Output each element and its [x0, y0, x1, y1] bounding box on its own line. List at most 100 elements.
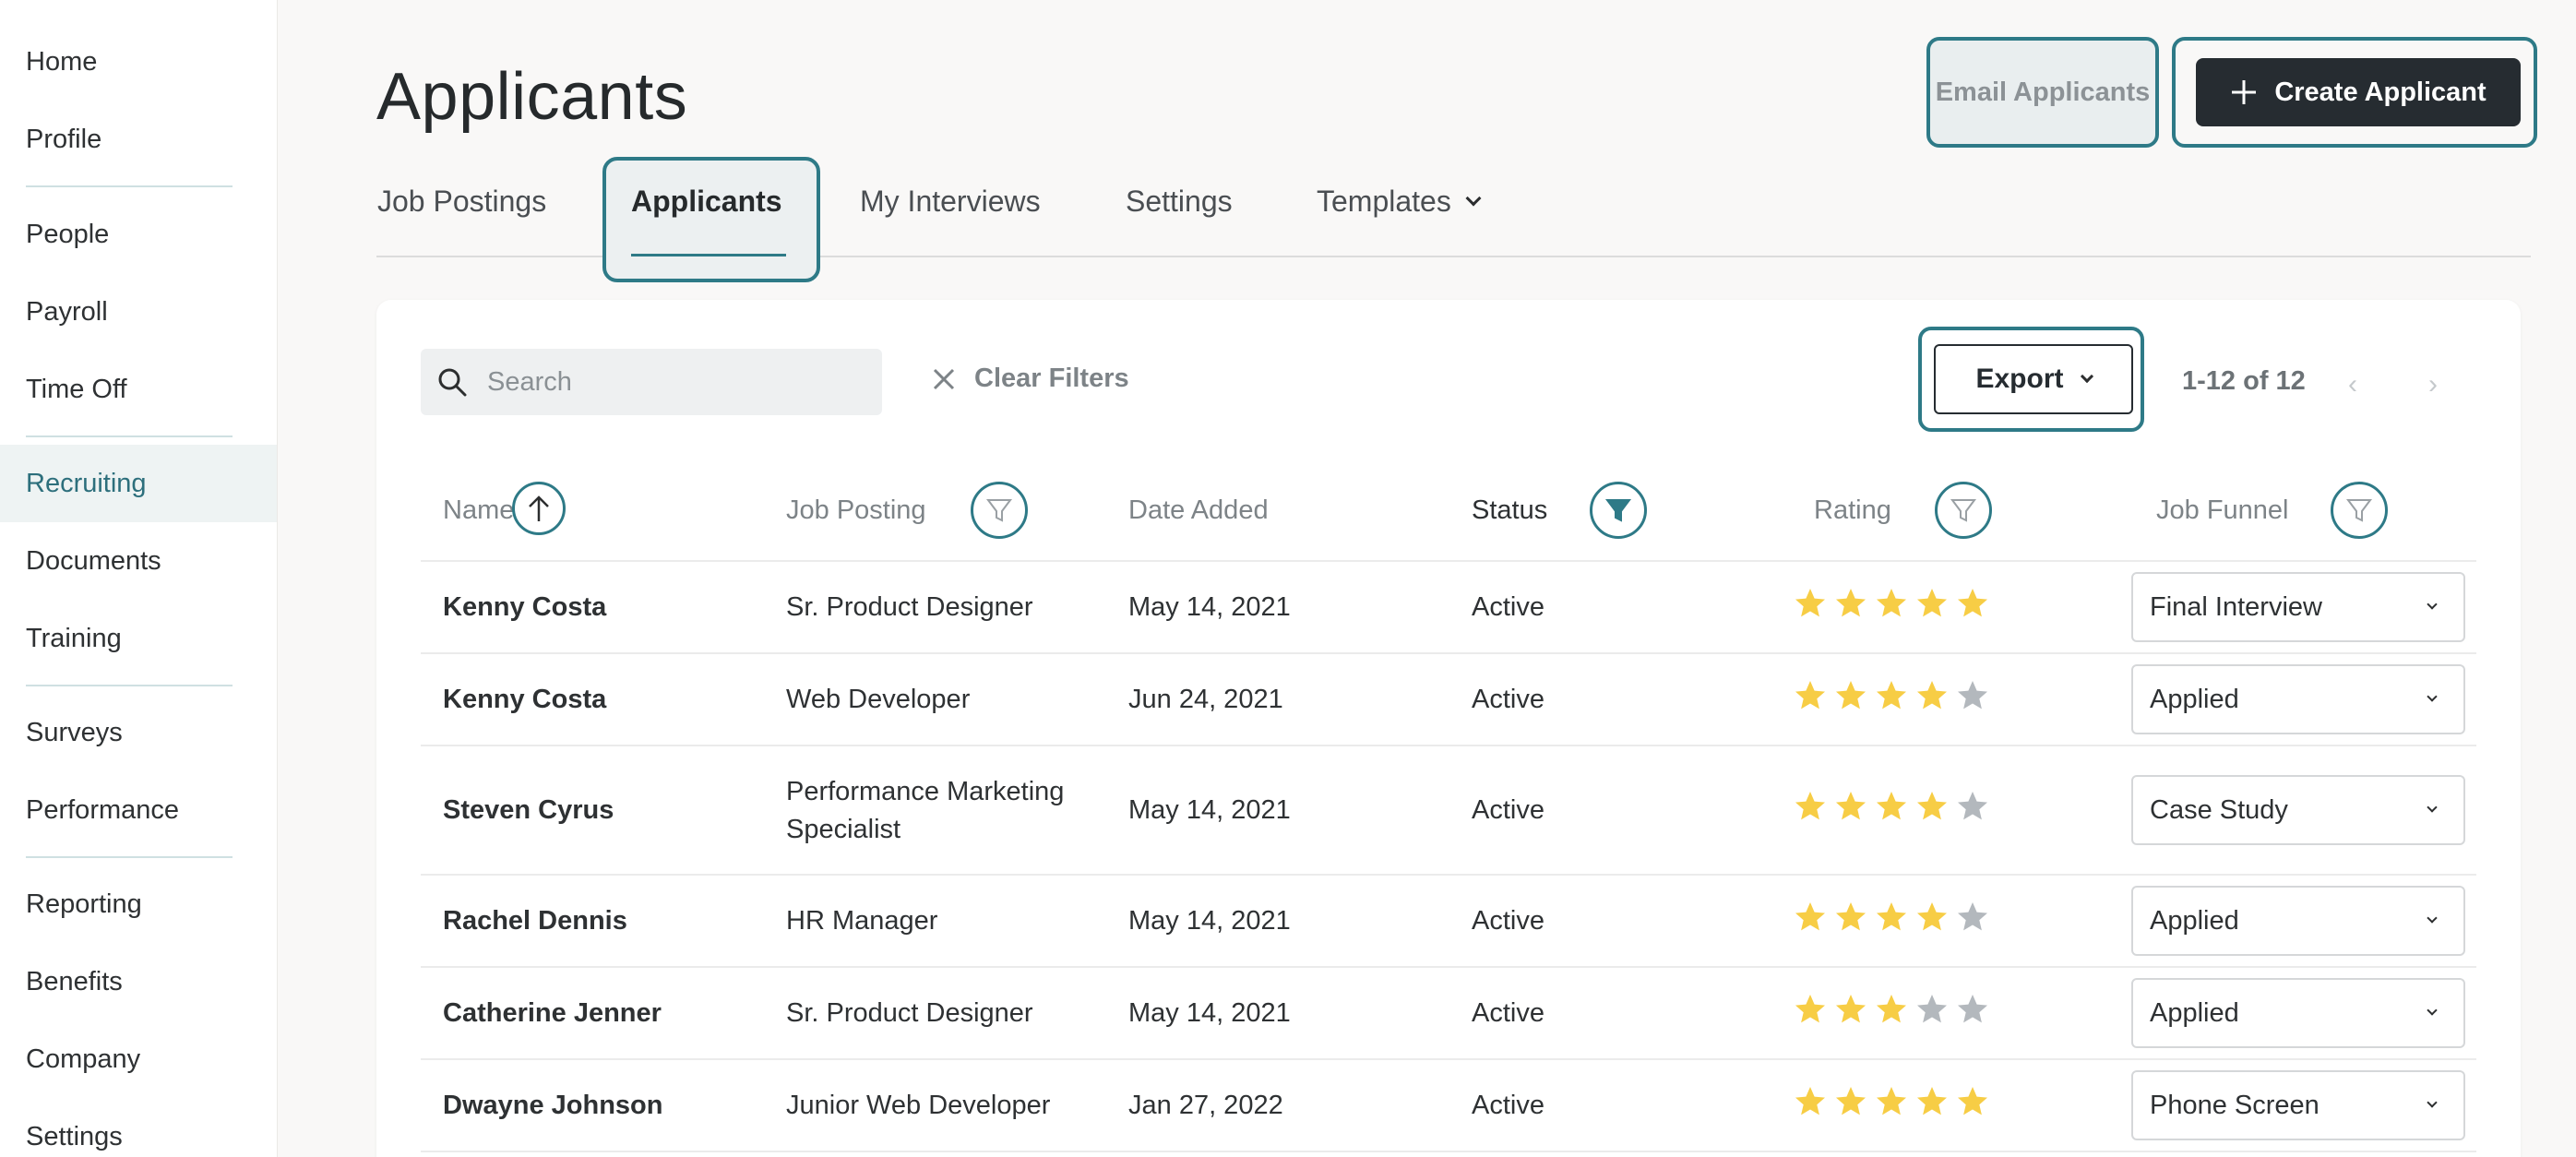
star-filled-icon[interactable] — [1794, 993, 1827, 1026]
sidebar-item-documents[interactable]: Documents — [0, 522, 277, 600]
table-divider — [421, 1151, 2476, 1152]
job-posting-filter-button[interactable] — [971, 482, 1028, 539]
sidebar-item-performance[interactable]: Performance — [0, 771, 277, 849]
star-filled-icon[interactable] — [1915, 679, 1949, 712]
job-funnel-select[interactable]: Phone Screen — [2131, 1070, 2465, 1140]
tab-label: Settings — [1126, 185, 1233, 218]
tab-applicants[interactable]: Applicants — [631, 185, 782, 219]
tab-job-postings[interactable]: Job Postings — [377, 185, 546, 219]
job-funnel-select[interactable]: Applied — [2131, 978, 2465, 1048]
star-filled-icon[interactable] — [1875, 1085, 1908, 1118]
applicant-name[interactable]: Kenny Costa — [443, 589, 606, 626]
sidebar-item-settings[interactable]: Settings — [0, 1098, 277, 1157]
rating-stars[interactable] — [1794, 993, 1989, 1026]
applicant-name[interactable]: Catherine Jenner — [443, 995, 662, 1032]
applicant-name[interactable]: Dwayne Johnson — [443, 1087, 663, 1125]
date-added-cell: Jan 27, 2022 — [1128, 1091, 1283, 1120]
rating-stars[interactable] — [1794, 901, 1989, 934]
sidebar-item-surveys[interactable]: Surveys — [0, 694, 277, 771]
star-filled-icon[interactable] — [1915, 790, 1949, 823]
sidebar-item-profile[interactable]: Profile — [0, 101, 277, 178]
star-empty-icon[interactable] — [1956, 790, 1989, 823]
star-filled-icon[interactable] — [1794, 587, 1827, 620]
sidebar-item-training[interactable]: Training — [0, 600, 277, 677]
tab-my-interviews[interactable]: My Interviews — [860, 185, 1041, 219]
star-filled-icon[interactable] — [1915, 1085, 1949, 1118]
clear-filters-label: Clear Filters — [974, 364, 1129, 393]
rating-stars[interactable] — [1794, 587, 1989, 620]
star-filled-icon[interactable] — [1834, 993, 1867, 1026]
tab-templates[interactable]: Templates — [1317, 185, 1482, 219]
star-filled-icon[interactable] — [1794, 901, 1827, 934]
job-funnel-select[interactable]: Case Study — [2131, 775, 2465, 845]
export-button[interactable]: Export — [1934, 344, 2133, 414]
sidebar-item-benefits[interactable]: Benefits — [0, 943, 277, 1020]
column-header-rating[interactable]: Rating — [1814, 495, 1891, 526]
star-filled-icon[interactable] — [1875, 790, 1908, 823]
sidebar-item-home[interactable]: Home — [0, 23, 277, 101]
column-header-date-added[interactable]: Date Added — [1128, 495, 1269, 526]
job-funnel-select[interactable]: Final Interview — [2131, 572, 2465, 642]
star-filled-icon[interactable] — [1915, 587, 1949, 620]
star-filled-icon[interactable] — [1834, 901, 1867, 934]
star-filled-icon[interactable] — [1794, 1085, 1827, 1118]
star-filled-icon[interactable] — [1875, 679, 1908, 712]
sidebar-item-reporting[interactable]: Reporting — [0, 865, 277, 943]
star-filled-icon[interactable] — [1794, 679, 1827, 712]
applicant-name[interactable]: Rachel Dennis — [443, 902, 627, 940]
search-field[interactable] — [421, 349, 882, 415]
search-input[interactable] — [487, 366, 856, 398]
email-applicants-button[interactable]: Email Applicants — [1926, 37, 2159, 148]
sidebar-item-time-off[interactable]: Time Off — [0, 351, 277, 428]
prev-page-button[interactable]: ‹ — [2348, 369, 2357, 400]
column-header-status[interactable]: Status — [1472, 495, 1547, 526]
tab-settings[interactable]: Settings — [1126, 185, 1233, 219]
star-empty-icon[interactable] — [1956, 679, 1989, 712]
chevron-down-icon — [2427, 1005, 2438, 1016]
star-filled-icon[interactable] — [1875, 587, 1908, 620]
star-filled-icon[interactable] — [1875, 993, 1908, 1026]
job-funnel-filter-button[interactable] — [2331, 482, 2388, 539]
star-filled-icon[interactable] — [1834, 1085, 1867, 1118]
next-page-button[interactable]: › — [2428, 369, 2438, 400]
rating-stars[interactable] — [1794, 790, 1989, 823]
star-filled-icon[interactable] — [1834, 679, 1867, 712]
column-header-job-posting[interactable]: Job Posting — [786, 495, 926, 526]
star-filled-icon[interactable] — [1956, 587, 1989, 620]
create-applicant-button[interactable]: Create Applicant — [2196, 58, 2521, 126]
job-posting-cell: HR Manager — [786, 906, 938, 936]
rating-filter-button[interactable] — [1935, 482, 1992, 539]
sidebar-divider — [26, 685, 233, 686]
column-header-name[interactable]: Name — [443, 495, 514, 526]
sidebar-item-company[interactable]: Company — [0, 1020, 277, 1098]
tab-applicants-focus — [602, 157, 820, 282]
sidebar-item-label: Company — [26, 1044, 141, 1074]
star-filled-icon[interactable] — [1875, 901, 1908, 934]
star-filled-icon[interactable] — [1834, 587, 1867, 620]
star-empty-icon[interactable] — [1915, 993, 1949, 1026]
sidebar-item-label: Training — [26, 623, 122, 653]
clear-filters-button[interactable]: Clear Filters — [932, 364, 1129, 394]
sidebar-item-people[interactable]: People — [0, 196, 277, 273]
column-header-job-funnel[interactable]: Job Funnel — [2156, 495, 2289, 526]
star-filled-icon[interactable] — [1956, 1085, 1989, 1118]
sidebar-item-recruiting[interactable]: Recruiting — [0, 445, 277, 522]
applicant-name[interactable]: Steven Cyrus — [443, 792, 614, 829]
rating-stars[interactable] — [1794, 679, 1989, 712]
star-empty-icon[interactable] — [1956, 901, 1989, 934]
rating-stars[interactable] — [1794, 1085, 1989, 1118]
job-funnel-value: Applied — [2150, 684, 2239, 714]
status-filter-button-active[interactable] — [1590, 482, 1647, 539]
star-filled-icon[interactable] — [1794, 790, 1827, 823]
star-filled-icon[interactable] — [1915, 901, 1949, 934]
job-funnel-select[interactable]: Applied — [2131, 886, 2465, 956]
sort-ascending-button[interactable] — [512, 482, 566, 535]
star-filled-icon[interactable] — [1834, 790, 1867, 823]
sidebar-item-payroll[interactable]: Payroll — [0, 273, 277, 351]
job-funnel-value: Final Interview — [2150, 591, 2322, 622]
applicant-name[interactable]: Kenny Costa — [443, 681, 606, 719]
chevron-down-icon — [2427, 1097, 2438, 1108]
job-funnel-select[interactable]: Applied — [2131, 664, 2465, 734]
star-empty-icon[interactable] — [1956, 993, 1989, 1026]
sidebar-item-label: Performance — [26, 794, 180, 825]
